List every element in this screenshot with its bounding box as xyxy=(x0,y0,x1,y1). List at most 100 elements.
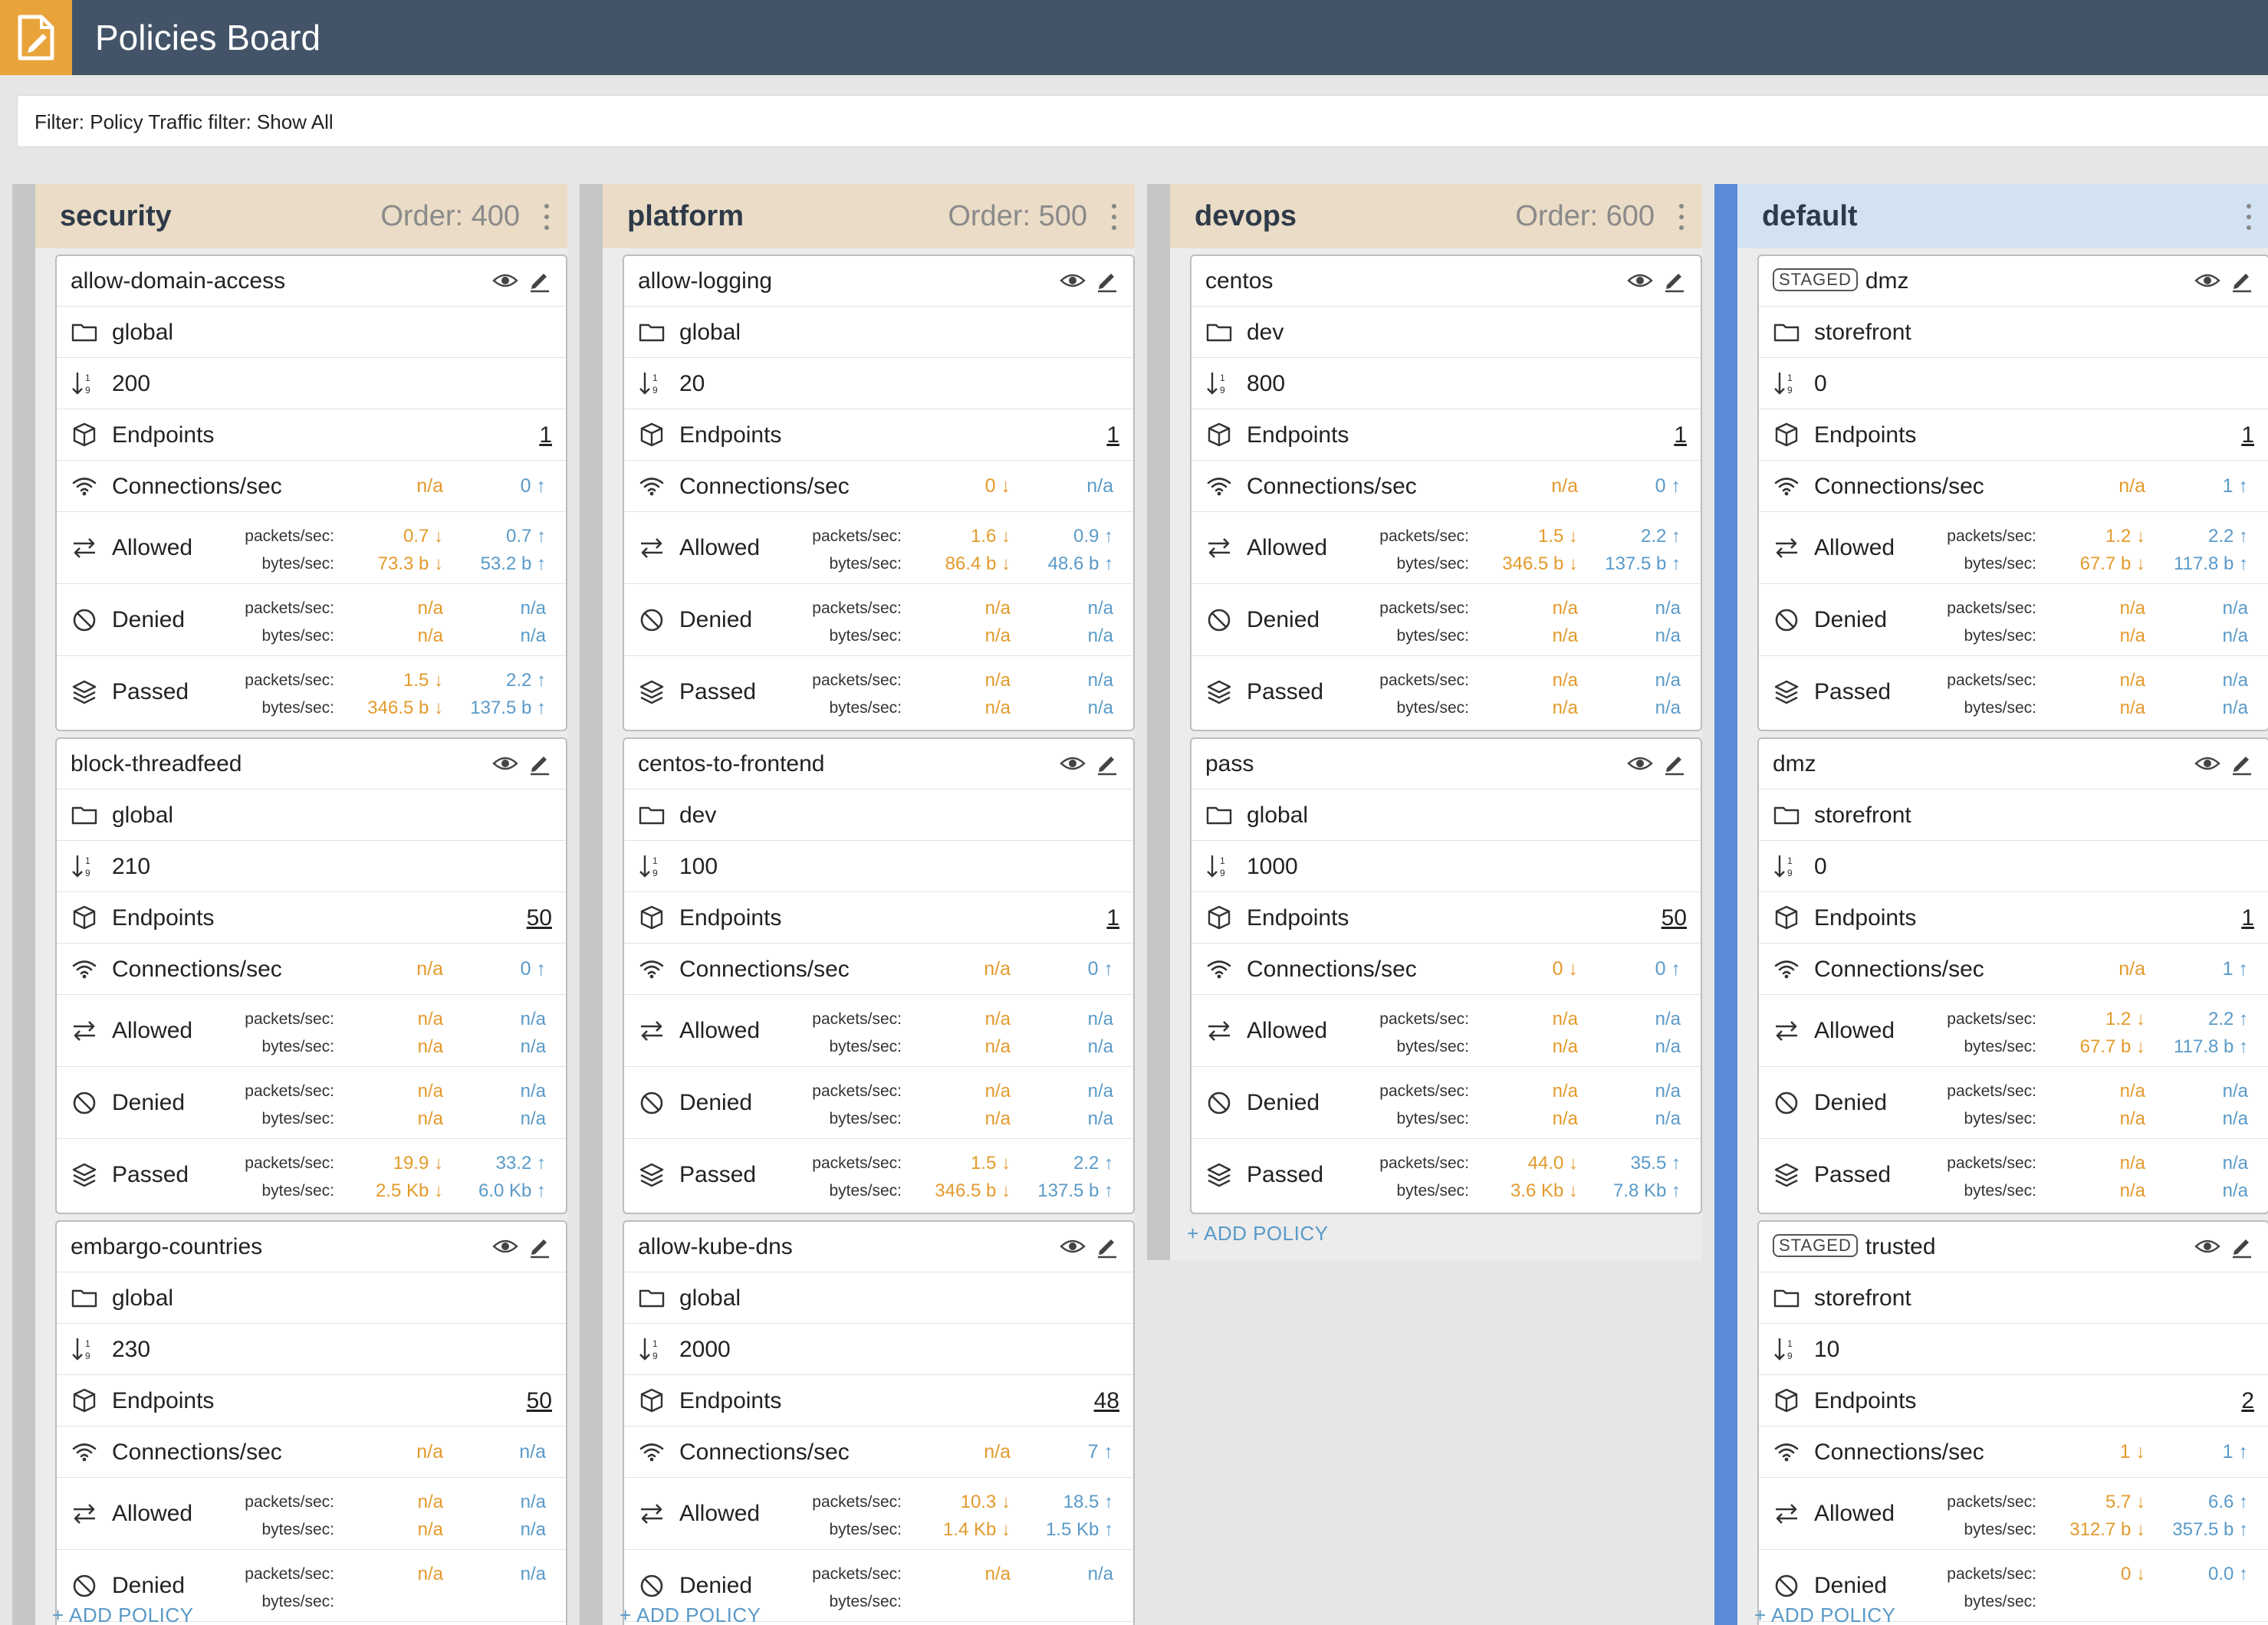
bytes-in: 346.5 b ↓ xyxy=(367,698,443,718)
policy-name[interactable]: allow-kube-dns xyxy=(638,1234,793,1259)
policy-namespace: storefront xyxy=(1814,320,1911,345)
bytes-label: bytes/sec: xyxy=(829,1593,902,1610)
wifi-icon xyxy=(71,472,98,500)
pencil-icon[interactable] xyxy=(528,1234,552,1259)
allowed-outgoing: 2.2 ↑ 117.8 b ↑ xyxy=(2174,523,2248,578)
eye-icon[interactable] xyxy=(1627,754,1653,773)
policy-card[interactable]: embargo-countries global 1 9 230 Endpoints 50 C… xyxy=(55,1220,567,1625)
pencil-icon[interactable] xyxy=(1662,268,1687,293)
block-icon xyxy=(1205,1089,1233,1117)
endpoints-count-link[interactable]: 1 xyxy=(2241,892,2254,944)
bytes-in: n/a xyxy=(984,698,1011,718)
policy-card[interactable]: STAGED trusted storefront 1 9 10 Endpoints 2 Con… xyxy=(1757,1220,2268,1625)
policy-name[interactable]: allow-domain-access xyxy=(71,268,285,294)
pencil-icon[interactable] xyxy=(2230,1234,2254,1259)
endpoints-count-link[interactable]: 50 xyxy=(1662,892,1687,944)
bytes-in: 86.4 b ↓ xyxy=(945,553,1011,574)
pencil-icon[interactable] xyxy=(2230,268,2254,293)
policy-name[interactable]: allow-logging xyxy=(638,268,772,294)
more-vertical-icon[interactable] xyxy=(543,204,551,230)
policy-name[interactable]: pass xyxy=(1205,751,1254,776)
eye-icon[interactable] xyxy=(1627,271,1653,290)
policy-card[interactable]: allow-kube-dns global 1 9 2000 Endpoints 48 Con… xyxy=(623,1220,1135,1625)
more-vertical-icon[interactable] xyxy=(1678,204,1685,230)
more-vertical-icon[interactable] xyxy=(1110,204,1118,230)
eye-icon[interactable] xyxy=(2194,271,2220,290)
sort-numeric-icon: 19 xyxy=(1773,1335,1800,1363)
bytes-out: n/a xyxy=(1087,1108,1113,1129)
packets-out: n/a xyxy=(1087,670,1113,691)
passed-label: Passed xyxy=(1814,679,1892,704)
svg-text:1: 1 xyxy=(85,855,90,866)
bytes-in: n/a xyxy=(984,1108,1011,1129)
policy-card[interactable]: block-threadfeed global 1 9 210 Endpoints 50 Co… xyxy=(55,737,567,1214)
pencil-icon[interactable] xyxy=(528,268,552,293)
bytes-in: n/a xyxy=(1552,1036,1578,1057)
endpoints-count-link[interactable]: 1 xyxy=(1674,409,1687,461)
endpoints-count-link[interactable]: 50 xyxy=(527,892,552,944)
endpoints-count-link[interactable]: 48 xyxy=(1094,1375,1119,1426)
bytes-out xyxy=(1088,1588,1113,1616)
policy-name-wrap: STAGED trusted xyxy=(1773,1222,1936,1272)
filter-bar[interactable]: Filter: Policy Traffic filter: Show All xyxy=(17,95,2268,147)
pencil-icon[interactable] xyxy=(1662,751,1687,776)
policy-name[interactable]: centos xyxy=(1205,268,1273,294)
pencil-icon[interactable] xyxy=(1095,268,1119,293)
policy-document-icon[interactable] xyxy=(0,0,72,75)
add-policy-button[interactable]: + ADD POLICY xyxy=(1187,1222,1328,1246)
policy-card[interactable]: centos dev 1 9 800 Endpoints 1 Connections/sec n… xyxy=(1190,254,1702,731)
allowed-outgoing: n/a n/a xyxy=(1088,1006,1113,1061)
wifi-icon xyxy=(71,955,98,983)
endpoints-count-link[interactable]: 50 xyxy=(527,1375,552,1426)
policy-name[interactable]: dmz xyxy=(1865,268,1909,294)
policy-name[interactable]: embargo-countries xyxy=(71,1234,262,1259)
endpoints-count-link[interactable]: 1 xyxy=(2241,409,2254,461)
rate-labels: packets/sec: bytes/sec: xyxy=(812,595,902,650)
pencil-icon[interactable] xyxy=(1095,1234,1119,1259)
more-vertical-icon[interactable] xyxy=(2245,204,2253,230)
pencil-icon[interactable] xyxy=(2230,751,2254,776)
packets-out: 0.9 ↑ xyxy=(1073,526,1113,547)
policy-card[interactable]: pass global 1 9 1000 Endpoints 50 Connections/s… xyxy=(1190,737,1702,1214)
add-policy-button[interactable]: + ADD POLICY xyxy=(52,1604,193,1625)
denied-label: Denied xyxy=(679,607,753,632)
bytes-in: 346.5 b ↓ xyxy=(935,1180,1011,1201)
policy-name[interactable]: dmz xyxy=(1773,751,1816,776)
passed-label: Passed xyxy=(112,1162,189,1187)
policy-name-wrap: block-threadfeed xyxy=(71,739,242,790)
pencil-icon[interactable] xyxy=(1095,751,1119,776)
policy-card[interactable]: centos-to-frontend dev 1 9 100 Endpoints 1 Conn… xyxy=(623,737,1135,1214)
eye-icon[interactable] xyxy=(2194,754,2220,773)
endpoints-count-link[interactable]: 1 xyxy=(539,409,552,461)
packets-label: packets/sec: xyxy=(812,599,902,617)
eye-icon[interactable] xyxy=(1060,1237,1086,1256)
bytes-in: 346.5 b ↓ xyxy=(1502,553,1578,574)
policy-name[interactable]: centos-to-frontend xyxy=(638,751,824,776)
wifi-icon xyxy=(638,955,666,983)
policy-card[interactable]: allow-domain-access global 1 9 200 Endpoints 1… xyxy=(55,254,567,731)
policy-card[interactable]: allow-logging global 1 9 20 Endpoints 1 Connect… xyxy=(623,254,1135,731)
pencil-icon[interactable] xyxy=(528,751,552,776)
add-policy-button[interactable]: + ADD POLICY xyxy=(620,1604,761,1625)
bytes-label: bytes/sec: xyxy=(261,1038,334,1055)
eye-icon[interactable] xyxy=(2194,1237,2220,1256)
eye-icon[interactable] xyxy=(492,754,518,773)
endpoints-label: Endpoints xyxy=(679,905,782,931)
add-policy-button[interactable]: + ADD POLICY xyxy=(1754,1604,1895,1625)
connections-label: Connections/sec xyxy=(679,1440,850,1465)
eye-icon[interactable] xyxy=(492,271,518,290)
policy-card[interactable]: dmz storefront 1 9 0 Endpoints 1 Connections/se… xyxy=(1757,737,2268,1214)
eye-icon[interactable] xyxy=(1060,271,1086,290)
eye-icon[interactable] xyxy=(1060,754,1086,773)
policy-name[interactable]: block-threadfeed xyxy=(71,751,242,776)
svg-text:1: 1 xyxy=(652,373,658,383)
endpoints-count-link[interactable]: 1 xyxy=(1106,409,1119,461)
endpoints-count-link[interactable]: 1 xyxy=(1106,892,1119,944)
packets-out: n/a xyxy=(520,1564,546,1584)
policy-name[interactable]: trusted xyxy=(1865,1234,1936,1259)
policy-card[interactable]: STAGED dmz storefront 1 9 0 Endpoints 1 Connecti… xyxy=(1757,254,2268,731)
bytes-in: n/a xyxy=(417,1108,443,1129)
packets-in: 19.9 ↓ xyxy=(393,1153,443,1174)
endpoints-count-link[interactable]: 2 xyxy=(2241,1375,2254,1426)
eye-icon[interactable] xyxy=(492,1237,518,1256)
